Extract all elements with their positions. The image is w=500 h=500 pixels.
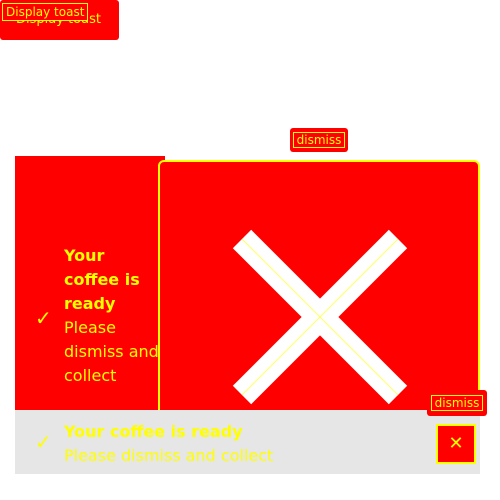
toast-title: Your coffee is ready bbox=[64, 246, 140, 313]
toast-message: Please dismiss and collect bbox=[64, 318, 159, 385]
checkmark-icon: ✓ bbox=[35, 306, 52, 330]
toast-bar-title: Your coffee is ready bbox=[64, 422, 243, 441]
toast-bar: ✓ Your coffee is ready Please dismiss an… bbox=[15, 410, 480, 474]
stage: Display toast Display toast ✓ Your coffe… bbox=[0, 0, 500, 500]
toast-bar-message: Please dismiss and collect bbox=[64, 446, 274, 465]
dismiss-tooltip-right: dismiss bbox=[427, 390, 487, 416]
close-icon: ✕ bbox=[448, 433, 464, 454]
toast-card-expanded: ✓ Your coffee is ready Please dismiss an… bbox=[15, 156, 165, 410]
dismiss-tooltip-top: dismiss bbox=[290, 128, 348, 152]
display-toast-tooltip: Display toast bbox=[2, 3, 89, 21]
dismiss-tooltip-right-label: dismiss bbox=[430, 395, 484, 411]
close-icon bbox=[232, 229, 408, 405]
dismiss-button[interactable]: ✕ bbox=[436, 424, 476, 464]
dismiss-tooltip-top-label: dismiss bbox=[292, 132, 346, 148]
checkmark-icon: ✓ bbox=[35, 430, 52, 454]
